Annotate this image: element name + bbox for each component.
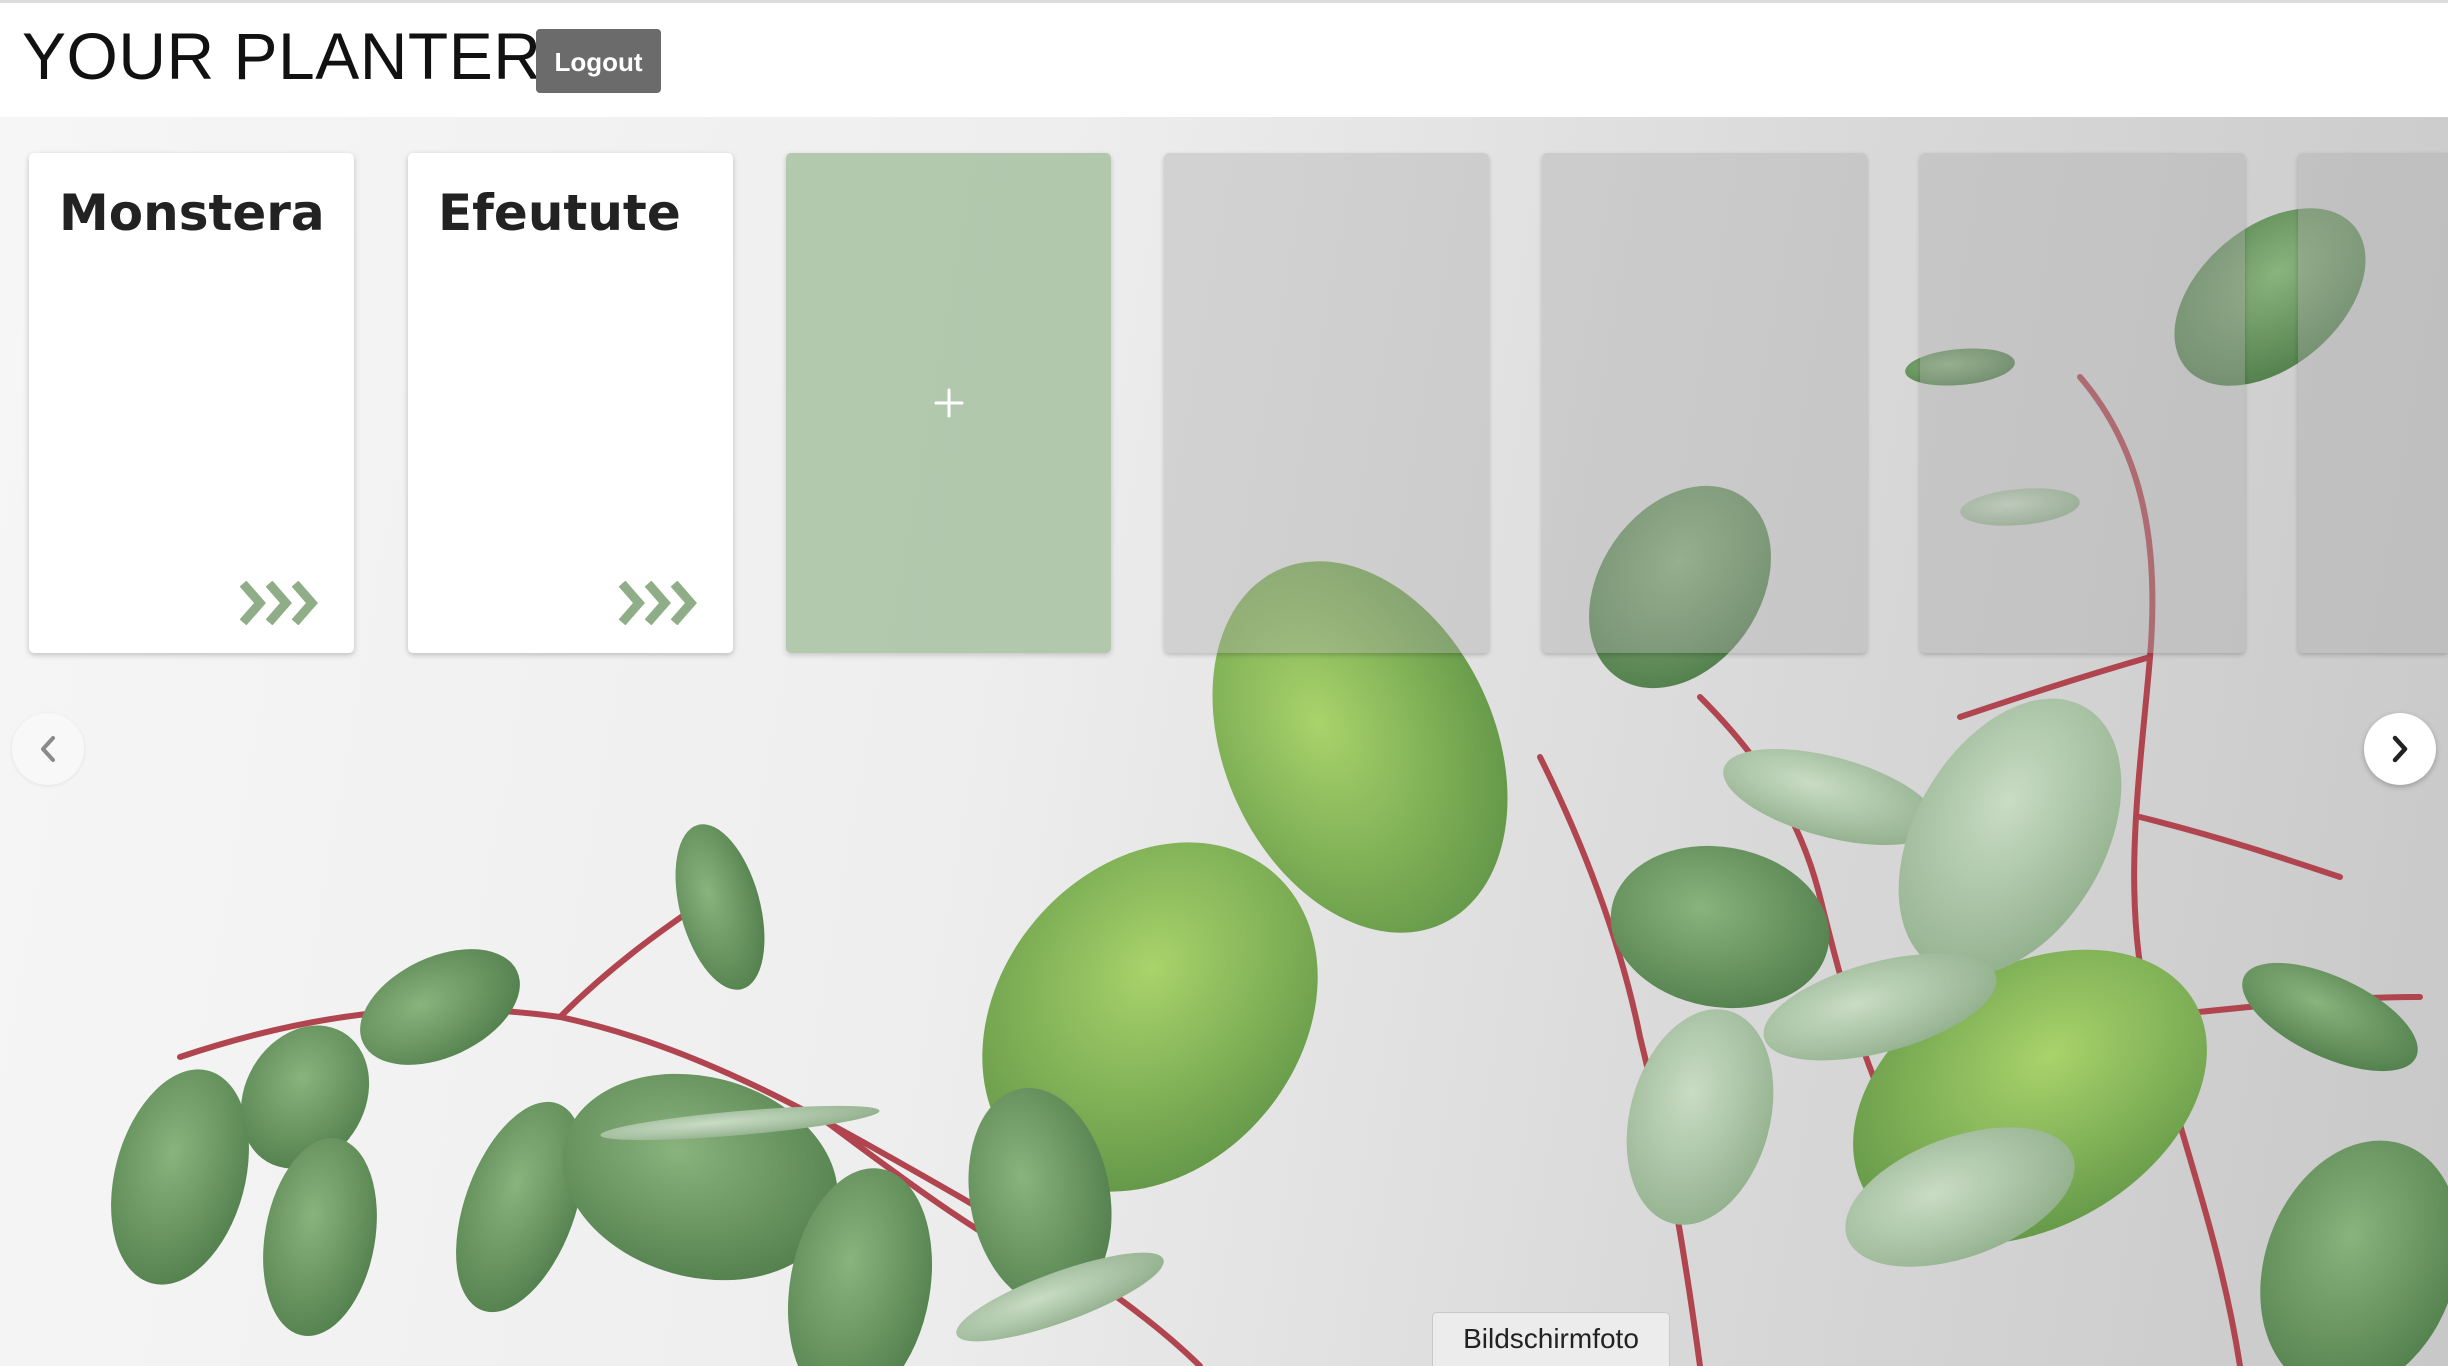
- plant-card-efeutute[interactable]: Efeutute: [408, 153, 733, 653]
- empty-card-slot: [1542, 153, 1867, 653]
- triple-chevron-right-icon: [240, 581, 318, 625]
- empty-card-slot: [2298, 153, 2448, 653]
- empty-card-slot: [1164, 153, 1489, 653]
- tooltip: Bildschirmfoto: [1432, 1312, 1670, 1366]
- chevron-right-icon: [2392, 735, 2408, 763]
- plant-card-monstera[interactable]: Monstera: [29, 153, 354, 653]
- app-title: YOUR PLANTER: [22, 19, 542, 93]
- plus-icon: [934, 388, 963, 418]
- plant-carousel-stage: Monstera Efeutute: [0, 117, 2448, 1366]
- carousel-next-button[interactable]: [2364, 713, 2436, 785]
- empty-card-slot: [1920, 153, 2245, 653]
- add-plant-card[interactable]: [786, 153, 1111, 653]
- carousel-prev-button[interactable]: [12, 713, 84, 785]
- plant-name: Monstera: [59, 184, 325, 242]
- chevron-left-icon: [41, 736, 55, 762]
- plant-name: Efeutute: [438, 184, 681, 242]
- app-header: YOUR PLANTER Logout: [0, 0, 2448, 117]
- triple-chevron-right-icon: [619, 581, 697, 625]
- logout-button[interactable]: Logout: [536, 29, 661, 93]
